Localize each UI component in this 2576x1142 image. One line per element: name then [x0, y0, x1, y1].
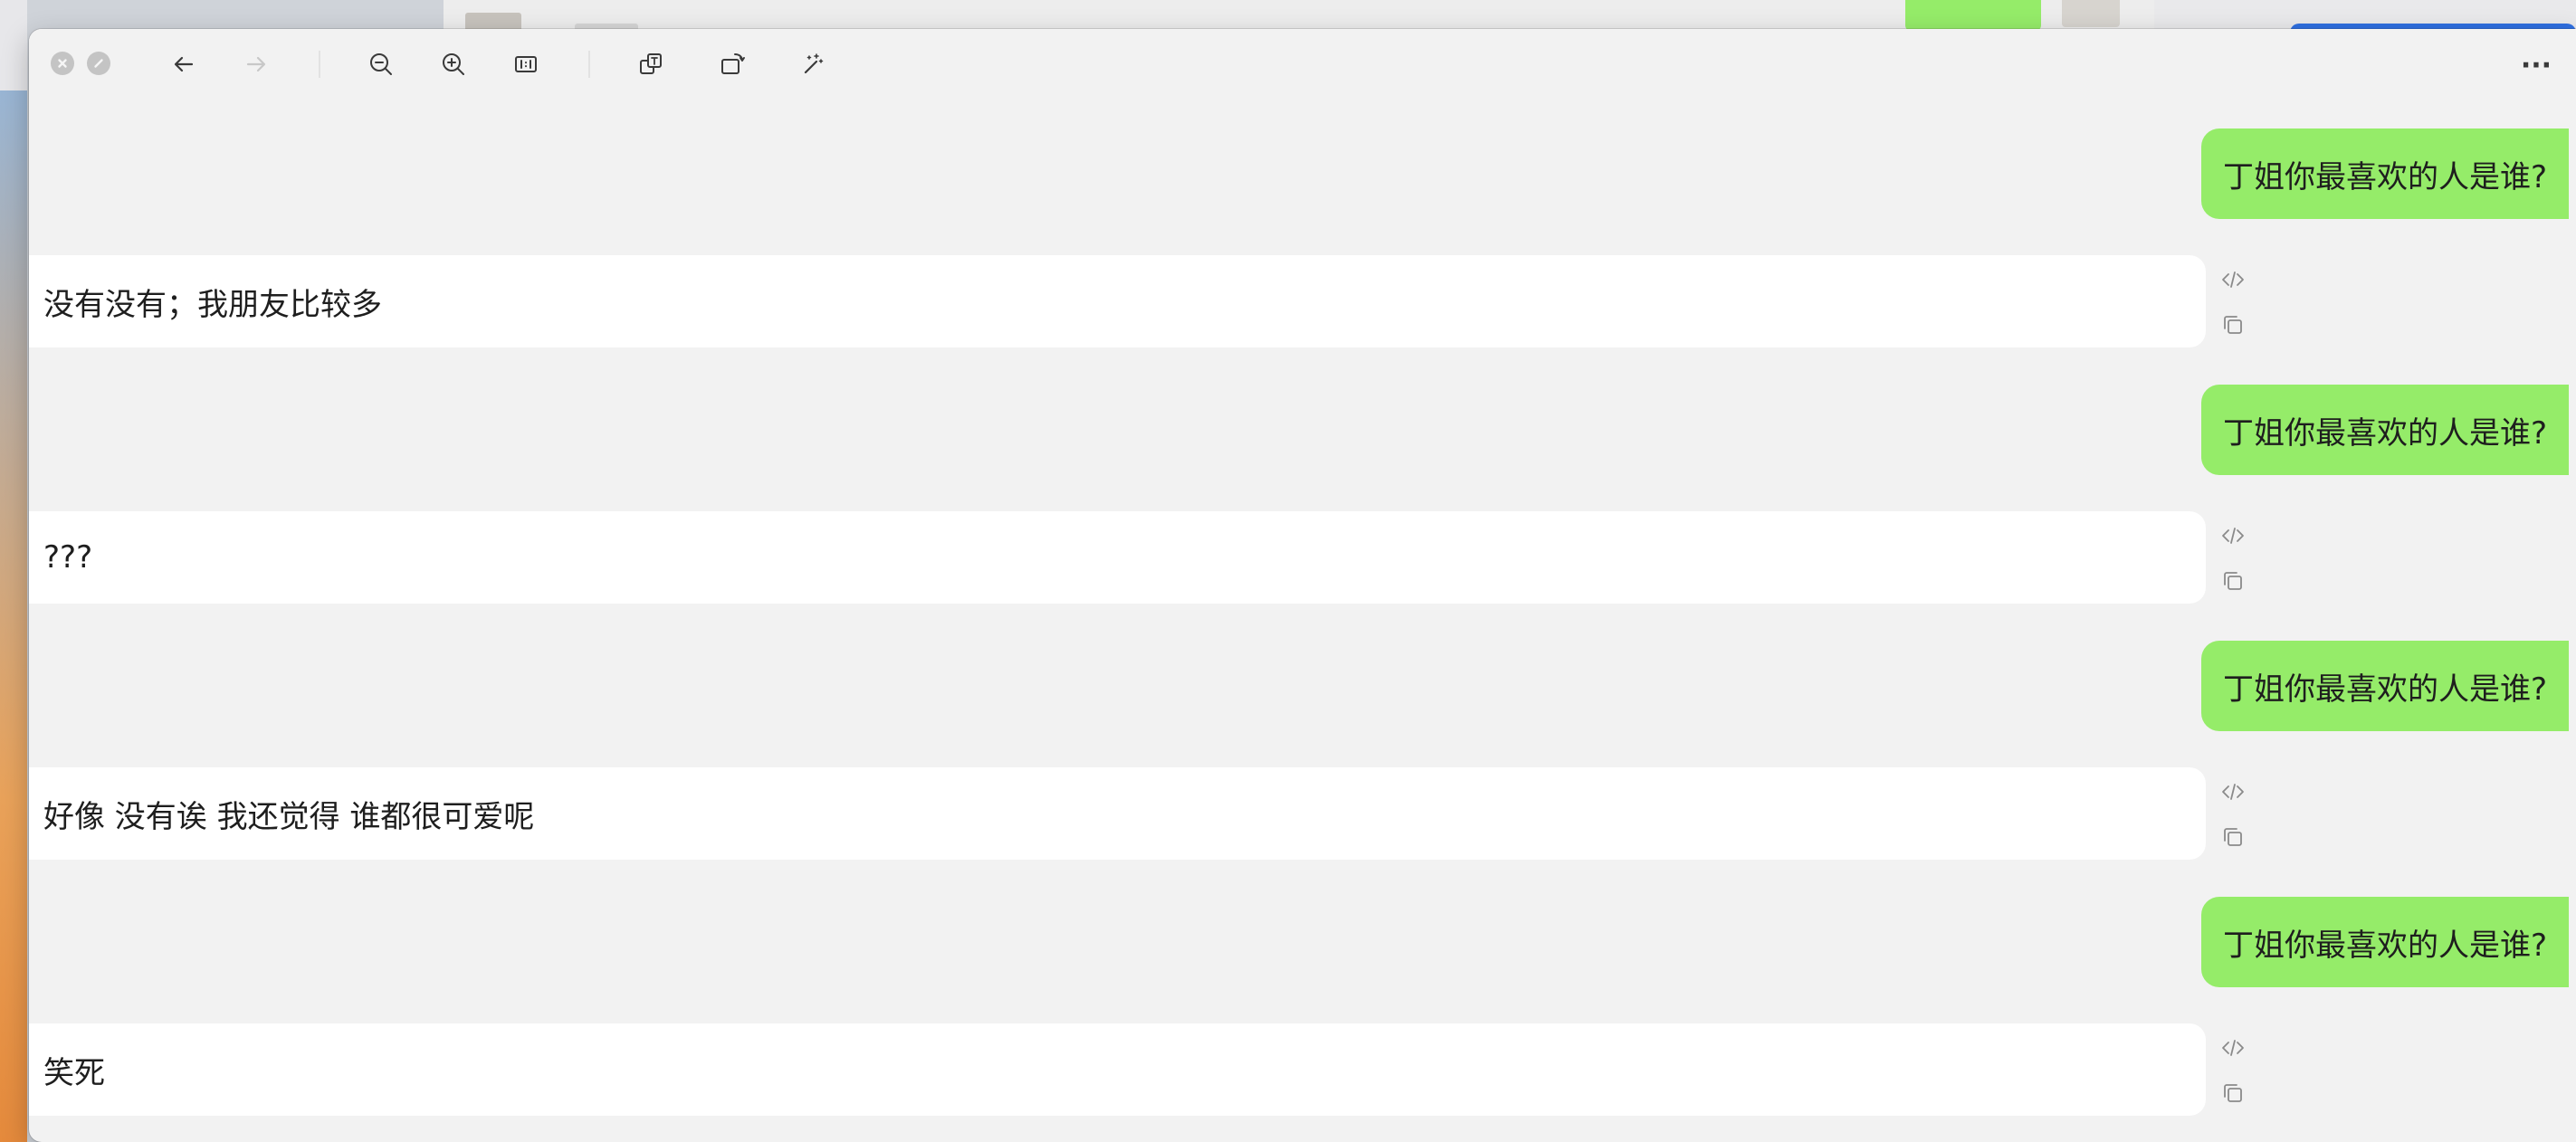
view-source-button[interactable]: [2218, 1033, 2248, 1063]
message-text: 丁姐你最喜欢的人是谁?: [2223, 158, 2548, 195]
translate-icon: [640, 53, 662, 74]
user-message: 丁姐你最喜欢的人是谁?: [2201, 128, 2570, 219]
message-text: 没有没有；我朋友比较多: [43, 286, 382, 323]
minimize-window-button[interactable]: [87, 52, 110, 75]
assistant-message: 没有没有；我朋友比较多: [29, 255, 2206, 347]
view-source-button[interactable]: [2218, 264, 2248, 295]
toolbar-divider: [588, 51, 590, 78]
message-text: ???: [43, 539, 93, 576]
minimize-icon: [94, 59, 103, 68]
code-icon: [2222, 271, 2244, 288]
arrow-right-icon: [246, 56, 266, 72]
message-text: 丁姐你最喜欢的人是谁?: [2223, 414, 2548, 452]
forward-button[interactable]: [239, 47, 273, 81]
actual-size-button[interactable]: [509, 47, 543, 81]
rotate-icon: [721, 53, 745, 74]
message-text: 丁姐你最喜欢的人是谁?: [2223, 927, 2548, 964]
code-icon: [2222, 784, 2244, 800]
view-source-button[interactable]: [2218, 520, 2248, 551]
copy-icon: [2224, 1084, 2242, 1102]
copy-icon: [2224, 316, 2242, 334]
magic-wand-icon: [804, 53, 824, 74]
arrow-left-icon: [174, 56, 194, 72]
user-message: 丁姐你最喜欢的人是谁?: [2201, 641, 2570, 731]
toolbar-divider: [319, 51, 320, 78]
view-source-button[interactable]: [2218, 776, 2248, 807]
copy-button[interactable]: [2218, 1078, 2248, 1109]
copy-icon: [2224, 572, 2242, 590]
background-window-left: [0, 0, 27, 90]
background-message-bubble: [1905, 0, 2041, 31]
image-viewer-window: ··· 丁姐你最喜欢的人是谁? 没有没有；我朋友比较多 丁姐你最喜欢的人是谁? …: [29, 29, 2576, 1142]
translate-button[interactable]: [634, 47, 668, 81]
copy-button[interactable]: [2218, 822, 2248, 852]
actual-size-icon: [515, 56, 537, 72]
background-avatar: [2062, 0, 2120, 27]
assistant-message: ???: [29, 511, 2206, 604]
zoom-out-button[interactable]: [364, 47, 398, 81]
user-message: 丁姐你最喜欢的人是谁?: [2201, 897, 2570, 987]
zoom-in-icon: [443, 53, 464, 75]
code-icon: [2222, 528, 2244, 544]
code-icon: [2222, 1040, 2244, 1056]
zoom-in-button[interactable]: [436, 47, 471, 81]
rotate-button[interactable]: [715, 47, 749, 81]
close-icon: [58, 59, 67, 68]
back-button[interactable]: [167, 47, 201, 81]
copy-button[interactable]: [2218, 309, 2248, 340]
message-text: 笑死: [43, 1054, 105, 1091]
enhance-button[interactable]: [795, 47, 829, 81]
zoom-out-icon: [370, 53, 392, 75]
user-message: 丁姐你最喜欢的人是谁?: [2201, 385, 2570, 475]
assistant-message: 好像 没有诶 我还觉得 谁都很可爱呢: [29, 767, 2206, 860]
message-text: 丁姐你最喜欢的人是谁?: [2223, 671, 2548, 708]
viewer-toolbar: ···: [29, 29, 2576, 101]
more-menu-button[interactable]: ···: [2514, 49, 2559, 81]
assistant-message: 笑死: [29, 1023, 2206, 1116]
message-text: 好像 没有诶 我还觉得 谁都很可爱呢: [43, 798, 535, 835]
close-window-button[interactable]: [51, 52, 74, 75]
background-desktop: [0, 0, 27, 1142]
copy-icon: [2224, 828, 2242, 846]
copy-button[interactable]: [2218, 566, 2248, 596]
